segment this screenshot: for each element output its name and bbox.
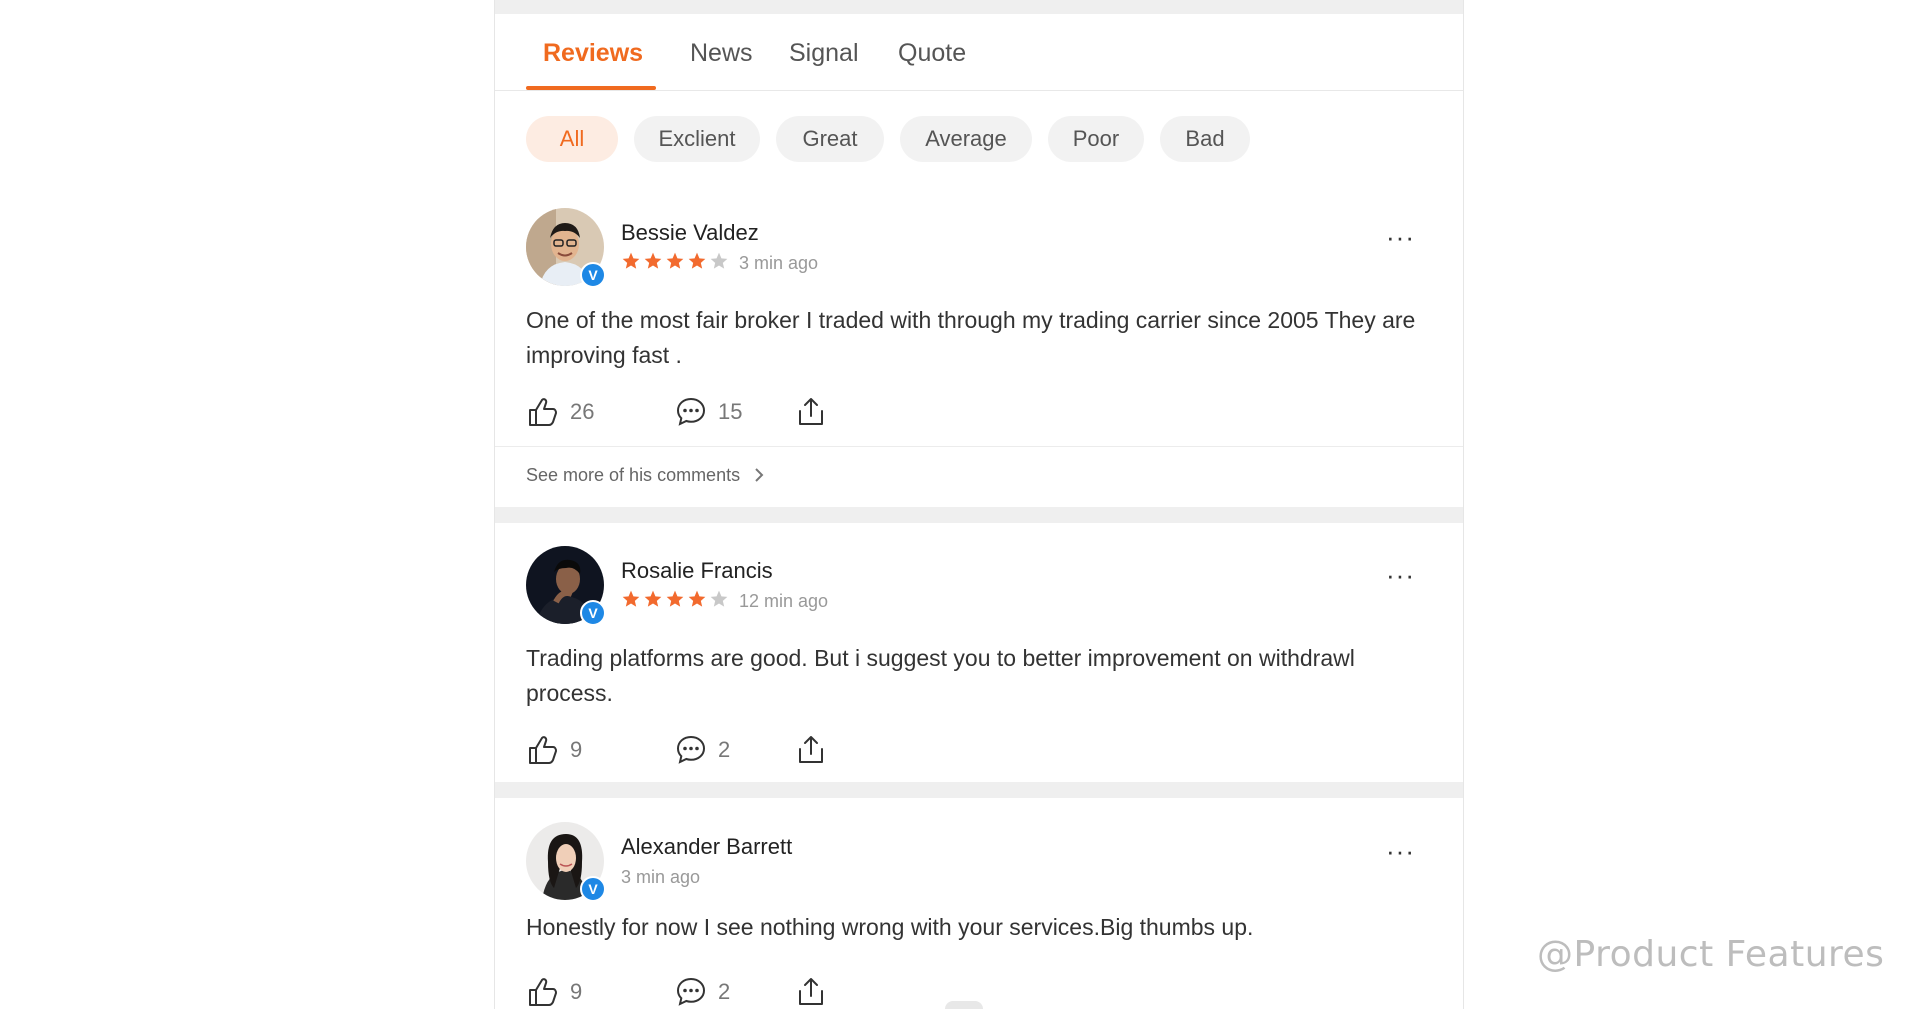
review-text: One of the most fair broker I traded wit… (526, 307, 1416, 368)
like-button[interactable]: 9 (526, 974, 582, 1009)
comment-count: 2 (718, 979, 731, 1004)
see-more-comments-link[interactable]: See more of his comments (526, 465, 765, 486)
avatar[interactable]: V (526, 208, 606, 288)
section-divider (495, 782, 1463, 798)
verified-badge-icon: V (580, 262, 606, 288)
filter-all[interactable]: All (526, 116, 618, 162)
thumbs-up-icon (529, 978, 557, 1006)
comment-bubble-icon (676, 735, 706, 764)
comment-count: 15 (718, 399, 743, 424)
star-filled-icon (622, 590, 640, 607)
reviews-panel: Reviews News Signal Quote All Exclient G… (494, 0, 1464, 1009)
share-icon (799, 978, 823, 1005)
avatar[interactable]: V (526, 822, 606, 902)
star-filled-icon (644, 252, 662, 269)
filter-average[interactable]: Average (900, 116, 1032, 162)
tab-quote[interactable]: Quote (898, 14, 966, 90)
review-time: 12 min ago (739, 590, 829, 611)
star-empty-icon (710, 590, 728, 607)
scroll-handle[interactable] (945, 1001, 983, 1009)
thumbs-up-icon (529, 736, 557, 764)
active-tab-indicator (526, 86, 656, 90)
like-button[interactable]: 9 (526, 732, 582, 768)
star-filled-icon (688, 590, 706, 607)
star-filled-icon (622, 252, 640, 269)
comment-button[interactable]: 15 (674, 394, 742, 430)
review-text: Honestly for now I see nothing wrong wit… (526, 914, 1254, 940)
see-more-label: See more of his comments (526, 465, 741, 485)
top-divider (495, 0, 1463, 14)
watermark: @Product Features (1537, 934, 1885, 975)
section-divider (495, 507, 1463, 523)
reviewer-name[interactable]: Alexander Barrett (621, 834, 792, 860)
comment-button[interactable]: 2 (674, 974, 730, 1009)
chevron-right-icon (755, 468, 764, 482)
comment-bubble-icon (676, 977, 706, 1006)
review-meta: 3 min ago (621, 866, 700, 888)
verified-badge-icon: V (580, 600, 606, 626)
like-count: 9 (570, 979, 583, 1004)
star-rating (621, 251, 731, 276)
share-button[interactable] (794, 394, 828, 430)
filter-excellent[interactable]: Exclient (634, 116, 760, 162)
comment-bubble-icon (676, 397, 706, 426)
tab-signal[interactable]: Signal (789, 14, 859, 90)
share-icon (799, 736, 823, 763)
star-rating (621, 589, 731, 614)
comment-count: 2 (718, 737, 731, 762)
more-options-icon[interactable]: ··· (1386, 836, 1415, 867)
comment-button[interactable]: 2 (674, 732, 730, 768)
tab-reviews[interactable]: Reviews (543, 14, 643, 90)
reviewer-name[interactable]: Rosalie Francis (621, 558, 773, 584)
review-meta: 12 min ago (621, 590, 828, 612)
thumbs-up-icon (529, 398, 557, 426)
like-button[interactable]: 26 (526, 394, 594, 430)
reviewer-name[interactable]: Bessie Valdez (621, 220, 759, 246)
see-more-row: See more of his comments (495, 446, 1463, 507)
star-filled-icon (666, 252, 684, 269)
star-filled-icon (688, 252, 706, 269)
star-filled-icon (644, 590, 662, 607)
review-text: Trading platforms are good. But i sugges… (526, 645, 1355, 706)
share-icon (799, 398, 823, 425)
verified-badge-icon: V (580, 876, 606, 902)
share-button[interactable] (794, 732, 828, 768)
filter-great[interactable]: Great (776, 116, 884, 162)
review-time: 3 min ago (739, 252, 819, 273)
filter-poor[interactable]: Poor (1048, 116, 1144, 162)
star-filled-icon (666, 590, 684, 607)
filter-bad[interactable]: Bad (1160, 116, 1250, 162)
like-count: 26 (570, 399, 595, 424)
more-options-icon[interactable]: ··· (1386, 222, 1415, 253)
avatar[interactable]: V (526, 546, 606, 626)
review-meta: 3 min ago (621, 252, 818, 274)
share-button[interactable] (794, 974, 828, 1009)
star-empty-icon (710, 252, 728, 269)
review-time: 3 min ago (621, 866, 701, 887)
tab-news[interactable]: News (690, 14, 753, 90)
like-count: 9 (570, 737, 583, 762)
more-options-icon[interactable]: ··· (1386, 560, 1415, 591)
tab-bar: Reviews News Signal Quote (495, 14, 1463, 91)
